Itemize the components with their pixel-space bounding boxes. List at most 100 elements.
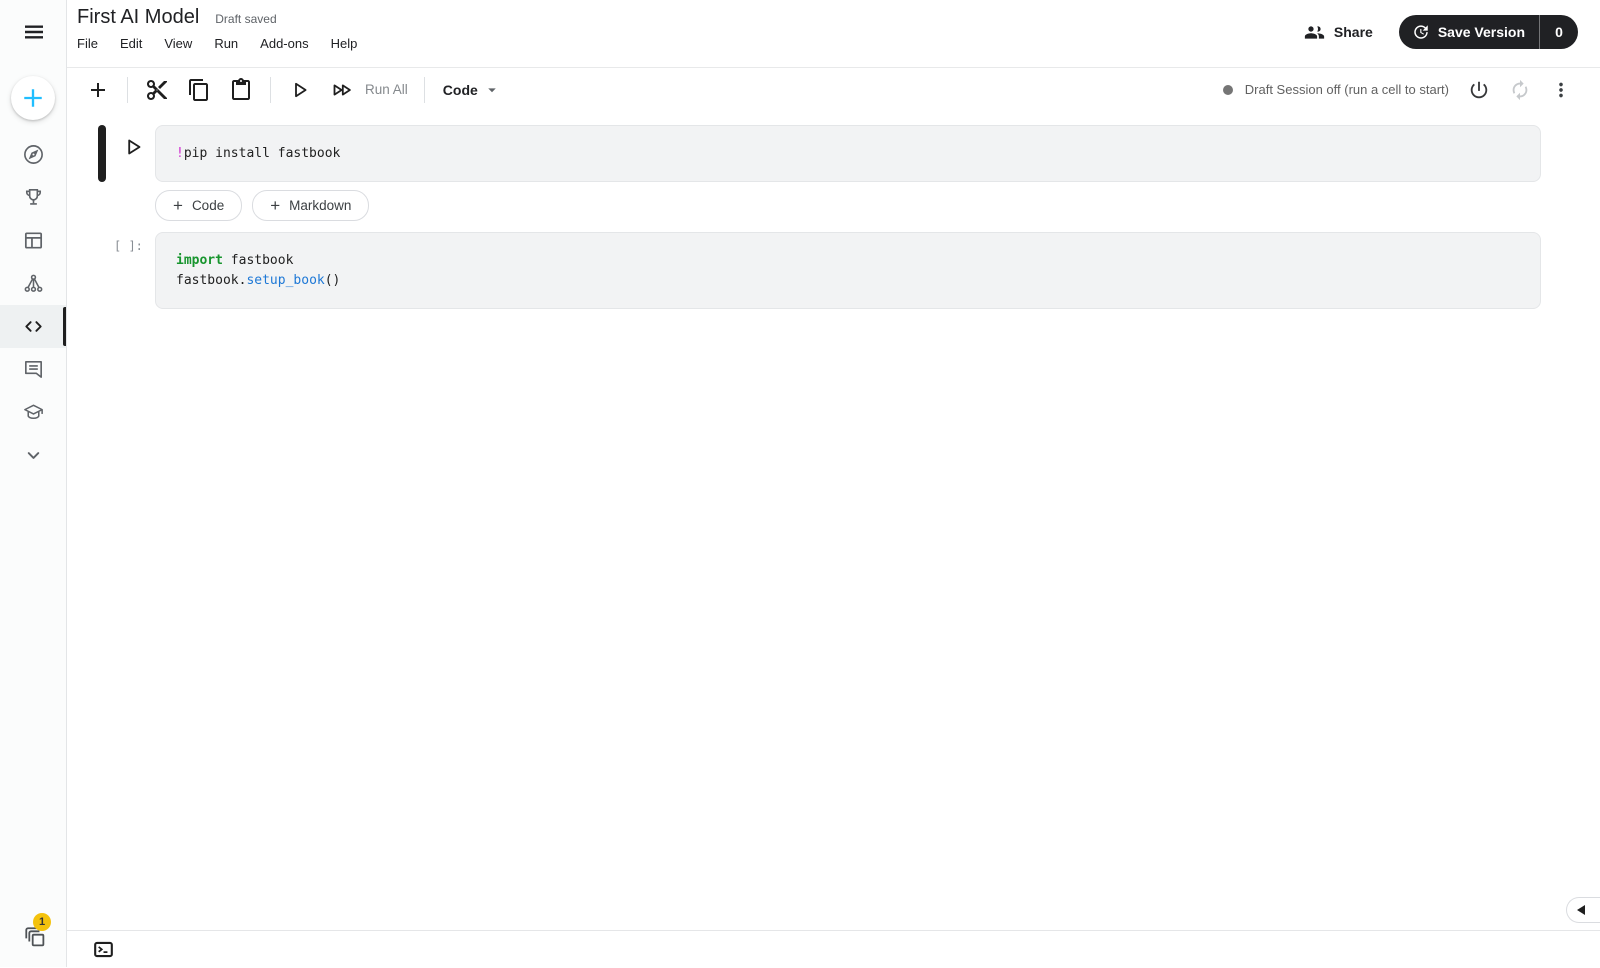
sidebar-item-datasets[interactable] xyxy=(0,219,66,262)
code-token: () xyxy=(324,273,341,288)
cut-cell-button[interactable] xyxy=(145,78,169,102)
bottom-bar xyxy=(67,930,1600,968)
active-events-badge: 1 xyxy=(33,913,51,931)
sidebar-item-competitions[interactable] xyxy=(0,176,66,219)
plus-icon: + xyxy=(270,196,281,215)
run-all-label[interactable]: Run All xyxy=(365,82,408,97)
execution-prompt: [ ]: xyxy=(114,239,143,253)
terminal-icon xyxy=(93,939,114,960)
menubar: File Edit View Run Add-ons Help xyxy=(77,36,357,51)
code-icon xyxy=(22,315,45,338)
code-token: setup_book xyxy=(246,273,325,288)
code-token: fastbook. xyxy=(176,273,247,288)
version-count[interactable]: 0 xyxy=(1540,15,1578,49)
plus-icon xyxy=(19,84,47,112)
cell-2-code-editor[interactable]: import fastbook fastbook.setup_book() xyxy=(155,232,1541,309)
sidebar-nav xyxy=(0,133,66,477)
header-right: Share Save Version 0 xyxy=(1304,15,1578,49)
header-left: First AI Model Draft saved File Edit Vie… xyxy=(77,5,357,51)
restart-session-button[interactable] xyxy=(1509,79,1531,101)
clipboard-icon xyxy=(229,77,253,102)
table-icon xyxy=(22,229,45,252)
trophy-icon xyxy=(22,186,45,209)
toolbar-divider xyxy=(423,76,425,103)
cell-1-gutter xyxy=(98,125,155,182)
menu-file[interactable]: File xyxy=(77,36,98,51)
copy-cell-button[interactable] xyxy=(187,78,211,102)
graduation-cap-icon xyxy=(22,401,45,424)
session-status: Draft Session off (run a cell to start) xyxy=(1222,82,1449,97)
cell-type-label: Code xyxy=(442,81,478,98)
copy-icon xyxy=(187,78,211,102)
save-version-main[interactable]: Save Version xyxy=(1399,15,1539,49)
selected-cell-indicator xyxy=(98,125,106,182)
create-button[interactable] xyxy=(11,76,55,120)
run-cell-1-button[interactable] xyxy=(120,134,146,160)
cell-1-code-editor[interactable]: !pip install fastbook xyxy=(155,125,1541,182)
add-cell-actions: + Code + Markdown xyxy=(155,190,1600,221)
add-markdown-cell-button[interactable]: + Markdown xyxy=(252,190,370,221)
run-all-button[interactable] xyxy=(330,78,354,102)
sidebar-item-more[interactable] xyxy=(0,434,66,477)
sidebar-item-discussions[interactable] xyxy=(0,348,66,391)
cell-type-dropdown[interactable]: Code xyxy=(443,80,502,100)
share-label: Share xyxy=(1333,24,1373,40)
left-sidebar: 1 xyxy=(0,0,67,967)
add-code-cell-button[interactable]: + Code xyxy=(155,190,243,221)
sidebar-item-learn[interactable] xyxy=(0,391,66,434)
plus-icon xyxy=(86,78,110,102)
collapse-panel-handle[interactable] xyxy=(1566,897,1600,923)
cell-2-gutter: [ ]: xyxy=(98,232,155,309)
code-line: fastbook.setup_book() xyxy=(176,271,1520,291)
console-button[interactable] xyxy=(93,939,114,960)
comment-icon xyxy=(22,358,45,381)
hamburger-icon xyxy=(20,20,48,44)
notebook-title[interactable]: First AI Model xyxy=(77,5,199,29)
toolbar-right: Draft Session off (run a cell to start) xyxy=(1222,68,1600,111)
compass-icon xyxy=(22,143,45,166)
code-cell-2: [ ]: import fastbook fastbook.setup_book… xyxy=(98,232,1541,309)
code-line: !pip install fastbook xyxy=(176,144,1520,164)
more-vert-icon xyxy=(1550,79,1572,101)
sidebar-item-models[interactable] xyxy=(0,262,66,305)
toolbar-divider xyxy=(270,76,271,103)
menu-add-ons[interactable]: Add-ons xyxy=(260,36,308,51)
menu-run[interactable]: Run xyxy=(214,36,238,51)
session-dot-icon xyxy=(1222,84,1233,95)
more-options-button[interactable] xyxy=(1550,79,1572,101)
share-button[interactable]: Share xyxy=(1304,22,1373,43)
session-status-text: Draft Session off (run a cell to start) xyxy=(1244,82,1449,97)
play-icon xyxy=(288,78,312,102)
menu-toggle-button[interactable] xyxy=(20,20,48,44)
session-power-button[interactable] xyxy=(1468,79,1490,101)
sidebar-item-explore[interactable] xyxy=(0,133,66,176)
play-icon xyxy=(120,134,146,160)
save-version-button[interactable]: Save Version 0 xyxy=(1398,15,1578,49)
fast-forward-icon xyxy=(330,78,354,102)
code-cell-1: !pip install fastbook xyxy=(98,125,1541,182)
code-token: pip install fastbook xyxy=(183,146,341,161)
menu-help[interactable]: Help xyxy=(331,36,358,51)
menu-view[interactable]: View xyxy=(164,36,192,51)
chevron-down-icon xyxy=(22,444,45,467)
plus-icon: + xyxy=(173,196,183,215)
arrow-left-icon xyxy=(1577,905,1585,915)
code-token: ! xyxy=(176,146,184,161)
people-icon xyxy=(1304,22,1325,43)
autorenew-icon xyxy=(1509,79,1531,101)
history-clock-icon xyxy=(1412,23,1430,41)
toolbar-divider xyxy=(127,76,128,103)
run-cell-toolbar-button[interactable] xyxy=(288,78,312,102)
active-events-button[interactable]: 1 xyxy=(22,913,51,952)
code-token: import xyxy=(176,253,223,268)
caret-down-icon xyxy=(482,80,502,100)
add-markdown-label: Markdown xyxy=(289,198,352,213)
active-indicator xyxy=(63,307,66,346)
scissors-icon xyxy=(145,78,169,102)
menu-edit[interactable]: Edit xyxy=(120,36,142,51)
add-cell-button[interactable] xyxy=(86,78,110,102)
paste-cell-button[interactable] xyxy=(229,77,253,102)
code-token: fastbook xyxy=(222,253,294,268)
sidebar-item-code[interactable] xyxy=(0,305,66,348)
network-icon xyxy=(22,272,45,295)
